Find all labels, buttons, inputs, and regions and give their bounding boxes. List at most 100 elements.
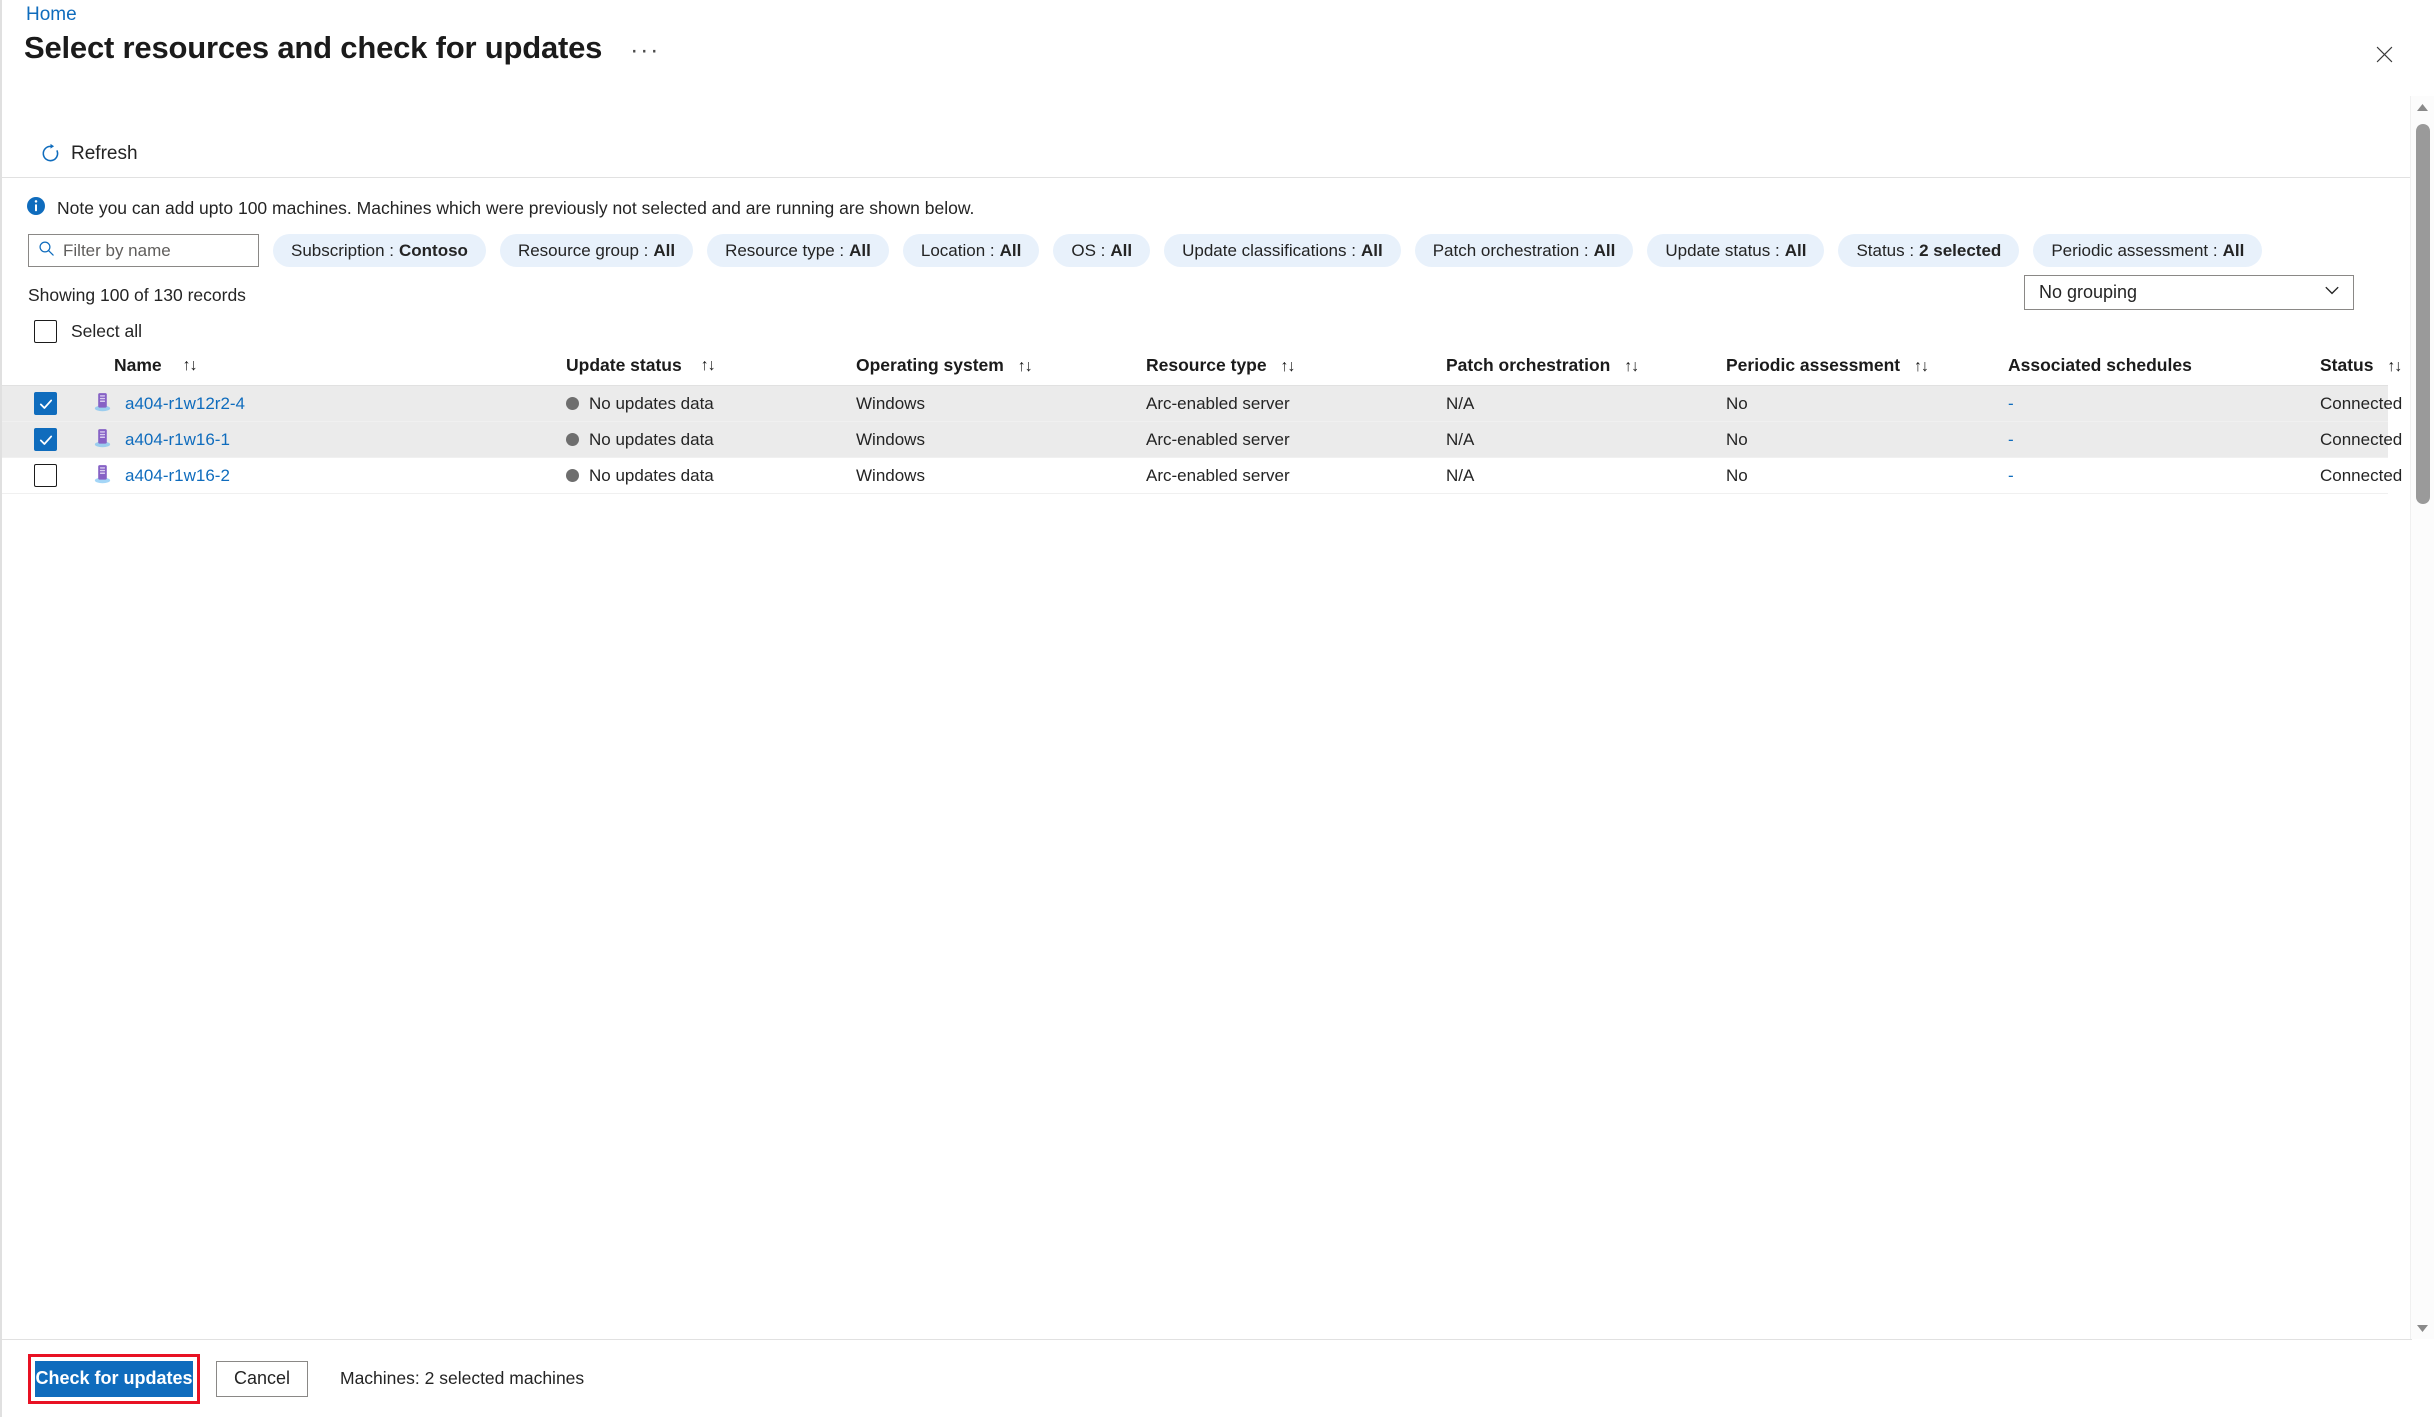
table-row[interactable]: a404-r1w16-1 No updates data Windows Arc-en… <box>2 422 2402 458</box>
search-input-wrapper[interactable] <box>28 234 259 267</box>
column-header-resource-type[interactable]: Resource type ↑↓ <box>1146 355 1446 376</box>
machine-name-link[interactable]: a404-r1w16-1 <box>125 430 230 450</box>
column-header-patch-orchestration-label: Patch orchestration <box>1446 355 1611 375</box>
row-checkbox-cell[interactable] <box>2 392 64 415</box>
filter-pill-value: All <box>1593 240 1616 260</box>
filter-pill[interactable]: Update classifications : All <box>1164 234 1401 267</box>
filter-pill[interactable]: Resource group : All <box>499 234 694 267</box>
machine-name-link[interactable]: a404-r1w16-2 <box>125 466 230 486</box>
filter-pill-label: OS : <box>1071 240 1106 260</box>
resources-table: Name ↑↓ Update status ↑↓ Operating syste… <box>2 346 2402 494</box>
info-icon <box>26 196 46 221</box>
breadcrumb-home[interactable]: Home <box>26 4 77 26</box>
machine-icon <box>92 391 113 417</box>
refresh-icon <box>40 143 61 164</box>
filter-pill[interactable]: Location : All <box>902 234 1040 267</box>
refresh-button[interactable]: Refresh <box>32 137 146 171</box>
row-name-cell: a404-r1w12r2-4 <box>64 391 566 417</box>
filter-pill[interactable]: Resource type : All <box>707 234 889 267</box>
row-checkbox-cell[interactable] <box>2 464 64 487</box>
filter-pill-label: Update status : <box>1665 240 1780 260</box>
column-header-resource-type-label: Resource type <box>1146 355 1267 375</box>
filter-pill-label: Periodic assessment : <box>2051 240 2218 260</box>
filter-pill-label: Update classifications : <box>1182 240 1356 260</box>
filter-pill[interactable]: OS : All <box>1053 234 1151 267</box>
filter-pill-label: Patch orchestration : <box>1432 240 1589 260</box>
status-dot-icon <box>566 433 579 446</box>
table-header-row: Name ↑↓ Update status ↑↓ Operating syste… <box>2 346 2402 386</box>
row-associated-schedules-cell: - <box>2008 394 2320 414</box>
associated-schedules-value: - <box>2008 393 2014 413</box>
row-name-cell: a404-r1w16-2 <box>64 463 566 489</box>
row-resource-type-cell: Arc-enabled server <box>1146 429 1290 449</box>
row-operating-system-cell: Windows <box>856 429 925 449</box>
column-header-patch-orchestration[interactable]: Patch orchestration ↑↓ <box>1446 355 1726 376</box>
blade-header: Select resources and check for updates ·… <box>24 30 666 66</box>
column-header-operating-system[interactable]: Operating system ↑↓ <box>856 355 1146 376</box>
info-banner: Note you can add upto 100 machines. Mach… <box>26 196 974 221</box>
row-checkbox[interactable] <box>34 392 57 415</box>
row-periodic-assessment-cell: No <box>1726 465 1748 485</box>
filter-pill-value: All <box>1110 240 1133 260</box>
table-row[interactable]: a404-r1w16-2 No updates data Windows Arc-en… <box>2 458 2402 494</box>
filter-pill[interactable]: Subscription : Contoso <box>273 234 486 267</box>
filter-pill[interactable]: Periodic assessment : All <box>2033 234 2263 267</box>
scrollbar-thumb[interactable] <box>2415 124 2430 504</box>
sort-icon[interactable]: ↑↓ <box>1914 358 1929 375</box>
associated-schedules-value: - <box>2008 465 2014 485</box>
sort-icon[interactable]: ↑↓ <box>2387 358 2402 375</box>
filter-pill-value: All <box>849 240 871 260</box>
cancel-button[interactable]: Cancel <box>216 1360 308 1397</box>
row-resource-type-cell: Arc-enabled server <box>1146 465 1290 485</box>
table-row[interactable]: a404-r1w12r2-4 No updates data Windows Arc-… <box>2 386 2402 422</box>
grouping-selected-value: No grouping <box>2039 282 2138 302</box>
filter-pill-label: Subscription : <box>291 240 394 260</box>
search-input[interactable] <box>63 240 243 261</box>
scroll-up-icon[interactable] <box>2411 96 2434 118</box>
column-header-update-status[interactable]: Update status ↑↓ <box>566 355 856 376</box>
status-dot-icon <box>566 397 579 410</box>
filter-pill-value: All <box>1784 240 1807 260</box>
info-text: Note you can add upto 100 machines. Mach… <box>57 198 975 218</box>
blade-footer: Check for updates Cancel Machines: 2 sel… <box>2 1339 2412 1417</box>
sort-icon[interactable]: ↑↓ <box>183 357 198 375</box>
grouping-dropdown[interactable]: No grouping <box>2024 275 2354 310</box>
machine-name-link[interactable]: a404-r1w12r2-4 <box>125 394 245 414</box>
column-header-name[interactable]: Name ↑↓ <box>64 355 566 376</box>
filter-pill[interactable]: Status :2 selected <box>1838 234 2020 267</box>
select-all-label: Select all <box>71 321 143 341</box>
row-patch-orchestration-cell: N/A <box>1446 465 1475 485</box>
update-status-text: No updates data <box>589 393 714 413</box>
sort-icon[interactable]: ↑↓ <box>1018 358 1033 375</box>
column-header-periodic-assessment[interactable]: Periodic assessment ↑↓ <box>1726 355 2008 376</box>
blade-select-resources: Home Select resources and check for upda… <box>0 0 2434 1417</box>
filter-bar: Subscription :Contoso Resource group :All… <box>28 234 2263 267</box>
filter-pill[interactable]: Patch orchestration : All <box>1414 234 1634 267</box>
row-checkbox-cell[interactable] <box>2 428 64 451</box>
column-header-associated-schedules[interactable]: Associated schedules <box>2008 355 2320 376</box>
row-patch-orchestration-cell: N/A <box>1446 393 1475 413</box>
select-all-checkbox[interactable] <box>34 320 57 343</box>
search-icon <box>38 240 55 262</box>
row-checkbox[interactable] <box>34 428 57 451</box>
sort-icon[interactable]: ↑↓ <box>1624 358 1639 375</box>
scrollbar-track[interactable] <box>2411 118 2434 1317</box>
row-resource-type-cell: Arc-enabled server <box>1146 393 1290 413</box>
sort-icon[interactable]: ↑↓ <box>701 357 716 375</box>
filter-pill-value: All <box>1360 240 1383 260</box>
row-operating-system-cell: Windows <box>856 393 925 413</box>
filter-pill-label: Resource type : <box>725 240 845 260</box>
machine-icon <box>92 463 113 489</box>
record-count-label: Showing 100 of 130 records <box>28 285 246 305</box>
vertical-scrollbar[interactable] <box>2410 96 2434 1339</box>
close-icon[interactable] <box>2368 38 2400 70</box>
more-options-button[interactable]: ··· <box>624 39 666 63</box>
sort-icon[interactable]: ↑↓ <box>1280 358 1295 375</box>
row-checkbox[interactable] <box>34 464 57 487</box>
row-update-status-cell: No updates data <box>566 430 856 450</box>
associated-schedules-value: - <box>2008 429 2014 449</box>
filter-pill[interactable]: Update status : All <box>1647 234 1825 267</box>
select-all-row[interactable]: Select all <box>34 320 142 343</box>
check-for-updates-button[interactable]: Check for updates <box>35 1360 193 1397</box>
scroll-down-icon[interactable] <box>2411 1317 2434 1339</box>
